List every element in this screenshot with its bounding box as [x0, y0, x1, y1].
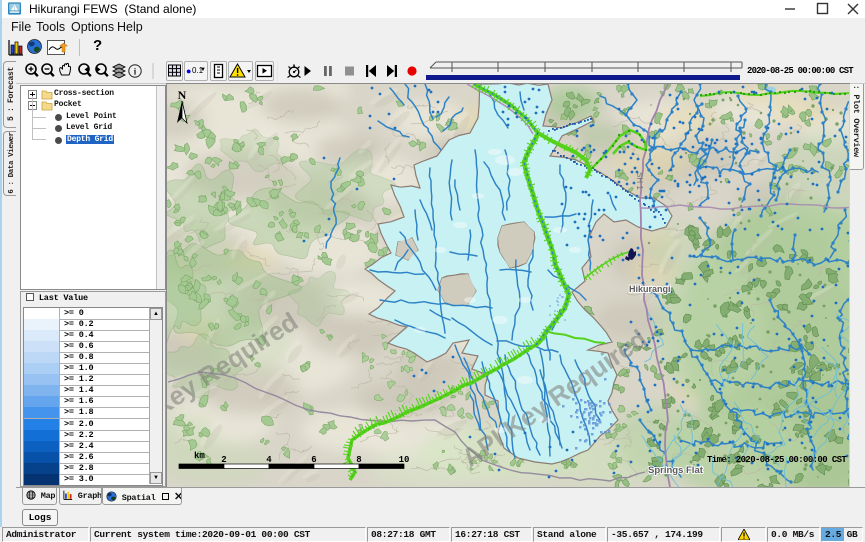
svg-text:2: 2	[221, 455, 226, 465]
svg-text:4: 4	[266, 455, 272, 465]
svg-text:6: 6	[311, 455, 316, 465]
svg-text:8: 8	[356, 455, 361, 465]
svg-text:Hikurangi: Hikurangi	[629, 284, 671, 294]
svg-text:Time: 2020-08-25 00:00:00 CST: Time: 2020-08-25 00:00:00 CST	[707, 455, 847, 465]
svg-text:10: 10	[399, 455, 410, 465]
svg-text:3 : Plot Overview: 3 : Plot Overview	[851, 75, 861, 158]
svg-text:i: i	[134, 67, 137, 77]
svg-text:N: N	[178, 88, 187, 102]
svg-text:km: km	[194, 451, 205, 461]
svg-text:SH 1: SH 1	[635, 172, 644, 190]
svg-text:Springs Flat: Springs Flat	[648, 465, 704, 476]
svg-text:6 : Data Viewer: 6 : Data Viewer	[8, 132, 16, 194]
svg-text:5 : Forecast: 5 : Forecast	[7, 66, 16, 121]
